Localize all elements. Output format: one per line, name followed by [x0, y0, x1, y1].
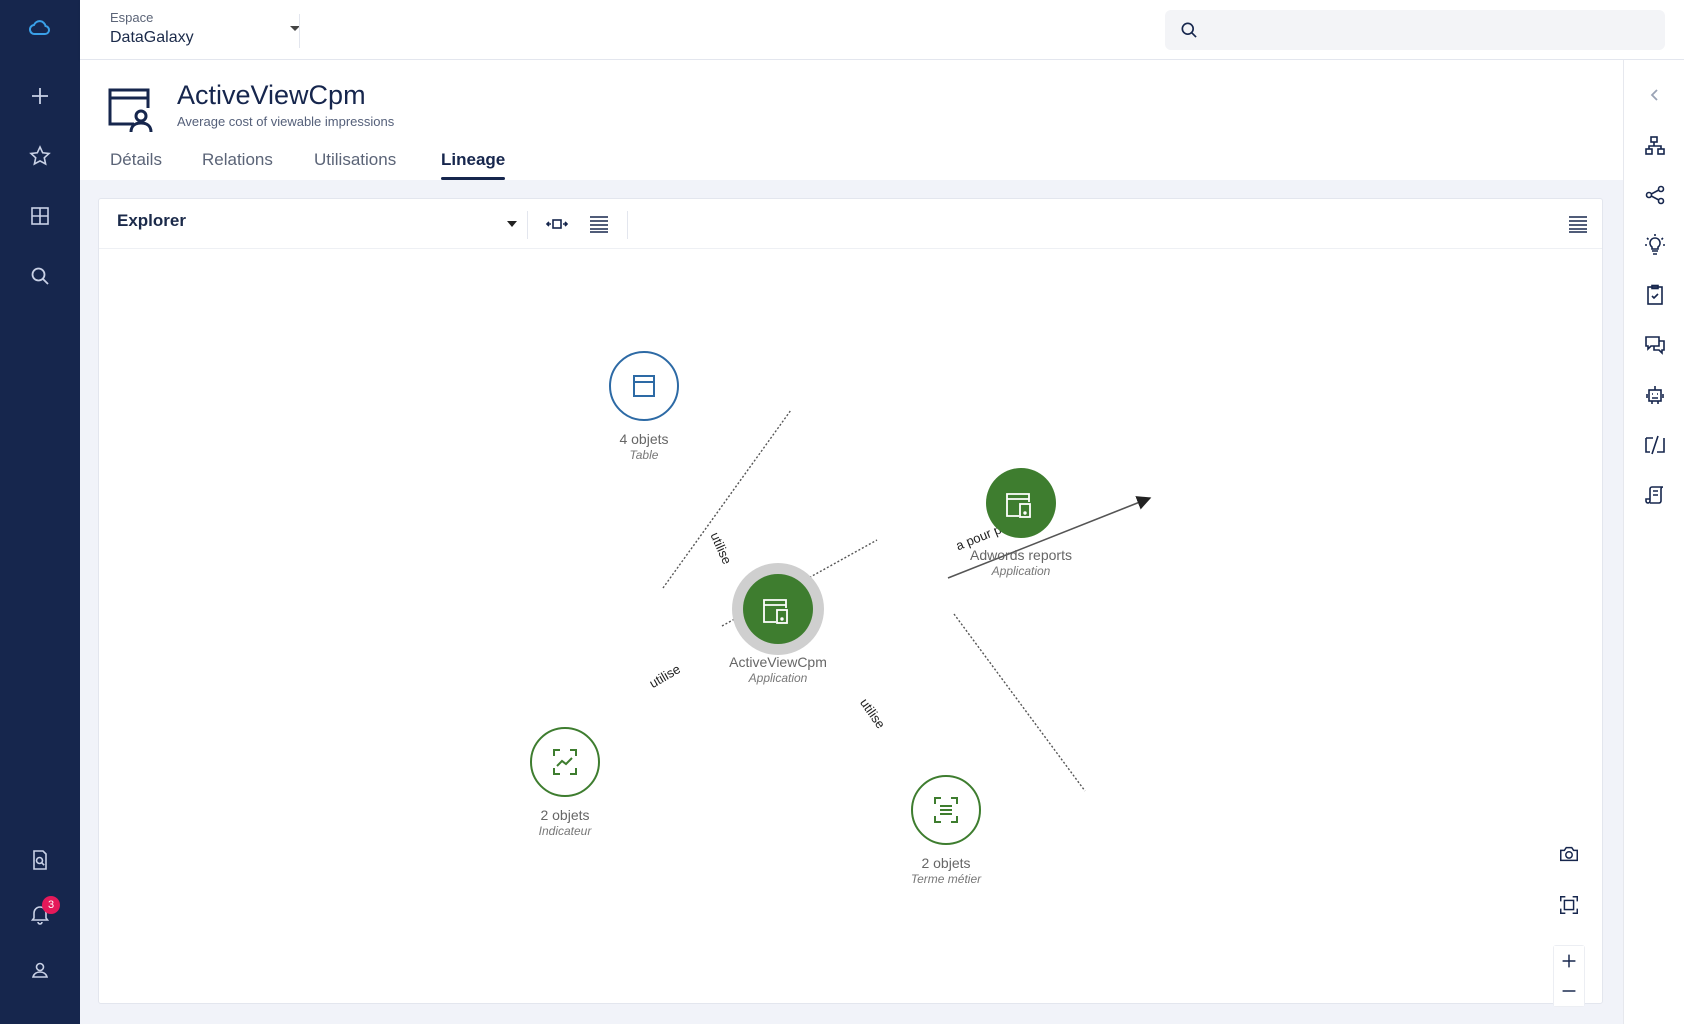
application-user-icon	[104, 82, 156, 134]
share-network-icon[interactable]	[1640, 180, 1670, 210]
cloud-logo-icon[interactable]	[20, 8, 60, 48]
robot-icon[interactable]	[1640, 380, 1670, 410]
entity-header: ActiveViewCpm Average cost of viewable i…	[80, 60, 1623, 180]
camera-icon	[1558, 843, 1580, 865]
node-business-term[interactable]: 2 objets Terme métier	[911, 776, 982, 886]
lineage-graph: utilise a pour parent utilise utilise 4 …	[99, 250, 1604, 1004]
node-table[interactable]: 4 objets Table	[610, 352, 678, 462]
explorer-selector[interactable]: Explorer	[117, 211, 517, 237]
search-input[interactable]	[1209, 10, 1649, 50]
zoom-out-button[interactable]	[1554, 976, 1584, 1006]
search-document-icon[interactable]	[20, 840, 60, 880]
node-indicator[interactable]: 2 objets Indicateur	[531, 728, 599, 838]
script-icon[interactable]	[1640, 480, 1670, 510]
star-icon[interactable]	[20, 136, 60, 176]
notifications-button[interactable]: 3	[20, 894, 60, 934]
chat-icon[interactable]	[1640, 330, 1670, 360]
global-search[interactable]	[1165, 10, 1665, 50]
page-title: ActiveViewCpm	[177, 80, 366, 111]
tab-details[interactable]: Détails	[110, 150, 162, 180]
edge-label-table: utilise	[707, 530, 734, 566]
tab-relations[interactable]: Relations	[202, 150, 273, 180]
notification-badge: 3	[42, 896, 60, 914]
node-sublabel: Application	[991, 564, 1051, 578]
zoom-controls	[1553, 945, 1585, 1007]
expand-horizontal-button[interactable]	[543, 211, 571, 237]
edge-label-indicator: utilise	[647, 661, 683, 691]
node-sublabel: Indicateur	[539, 824, 593, 838]
node-label: ActiveViewCpm	[729, 654, 827, 670]
page-description: Average cost of viewable impressions	[177, 114, 394, 129]
left-navigation: 3	[0, 0, 80, 1024]
fit-screen-icon	[1558, 894, 1580, 916]
space-label: Espace	[110, 10, 300, 25]
expand-horizontal-icon	[545, 212, 569, 236]
search-icon[interactable]	[20, 256, 60, 296]
user-icon[interactable]	[20, 950, 60, 990]
list-icon	[587, 212, 611, 236]
lineage-panel: Explorer utilise	[98, 198, 1603, 1004]
search-icon	[1179, 20, 1199, 40]
explorer-label: Explorer	[117, 211, 186, 230]
node-label: 2 objets	[540, 807, 589, 823]
right-rail	[1623, 60, 1684, 1024]
top-bar: Espace DataGalaxy	[80, 0, 1684, 60]
lineage-toolbar: Explorer	[99, 199, 1602, 249]
fit-to-screen-button[interactable]	[1554, 890, 1584, 920]
edge-term	[954, 614, 1085, 791]
compare-icon[interactable]	[1640, 430, 1670, 460]
plus-icon	[1558, 950, 1580, 972]
divider	[627, 211, 628, 239]
list-icon	[1566, 212, 1590, 236]
list-view-button[interactable]	[585, 211, 613, 237]
caret-down-icon	[507, 221, 517, 227]
hierarchy-icon[interactable]	[1640, 131, 1670, 161]
add-icon[interactable]	[20, 76, 60, 116]
space-value: DataGalaxy	[110, 29, 300, 47]
node-label: Adwords reports	[970, 547, 1072, 563]
zoom-in-button[interactable]	[1554, 946, 1584, 976]
clipboard-check-icon[interactable]	[1640, 280, 1670, 310]
minus-icon	[1558, 980, 1580, 1002]
tab-utilisations[interactable]: Utilisations	[314, 150, 396, 180]
node-sublabel: Table	[630, 448, 659, 462]
node-sublabel: Terme métier	[911, 872, 982, 886]
tab-lineage[interactable]: Lineage	[441, 150, 505, 180]
screenshot-button[interactable]	[1554, 839, 1584, 869]
space-selector[interactable]: Espace DataGalaxy	[110, 10, 300, 52]
legend-menu-button[interactable]	[1564, 211, 1592, 237]
node-label: 2 objets	[921, 855, 970, 871]
collapse-chevron-icon[interactable]	[1640, 80, 1670, 110]
grid-icon[interactable]	[20, 196, 60, 236]
node-center[interactable]: ActiveViewCpm Application	[729, 563, 827, 685]
lightbulb-icon[interactable]	[1640, 230, 1670, 260]
node-label: 4 objets	[619, 431, 668, 447]
divider	[527, 211, 528, 239]
node-sublabel: Application	[748, 671, 808, 685]
node-adwords-reports[interactable]: Adwords reports Application	[970, 468, 1072, 578]
divider	[299, 14, 300, 48]
edge-label-term: utilise	[857, 695, 888, 731]
